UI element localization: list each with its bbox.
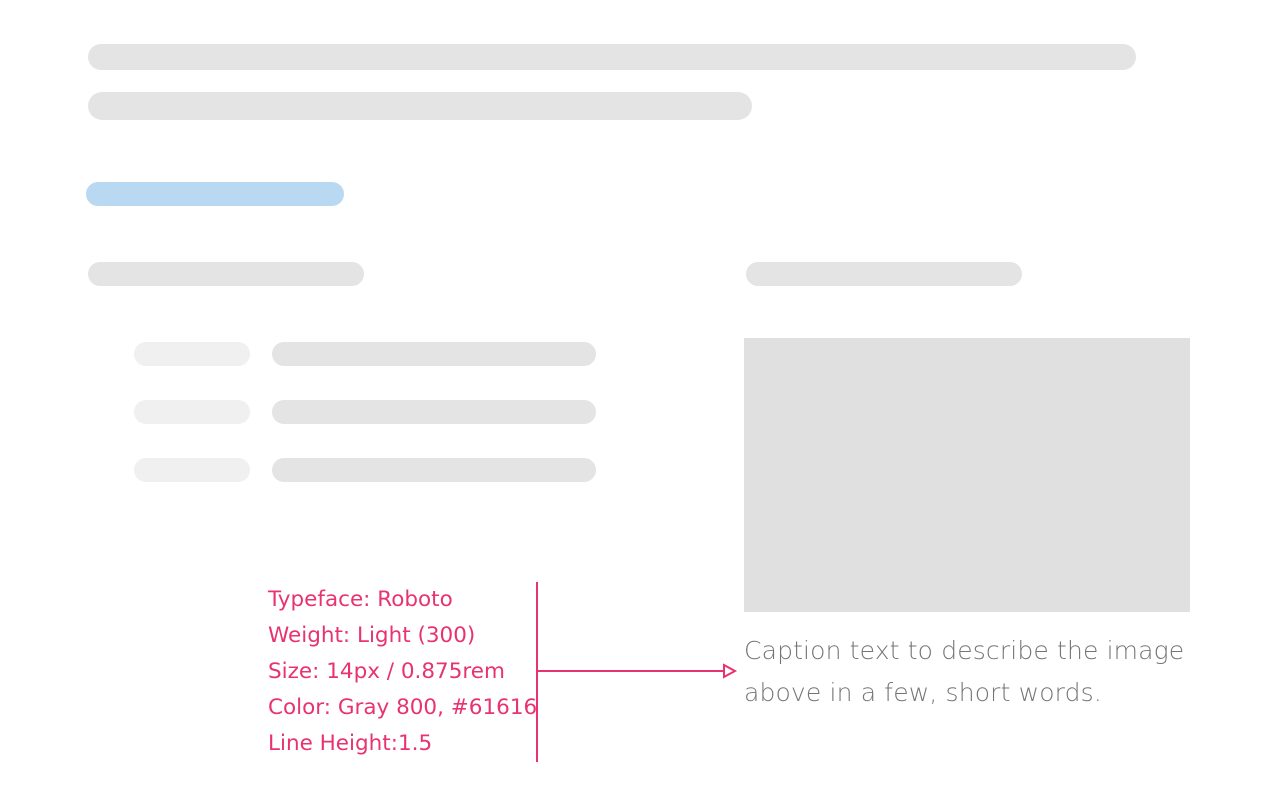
annotation-pointer (536, 582, 738, 762)
annotation-arrowhead-icon (723, 663, 738, 679)
